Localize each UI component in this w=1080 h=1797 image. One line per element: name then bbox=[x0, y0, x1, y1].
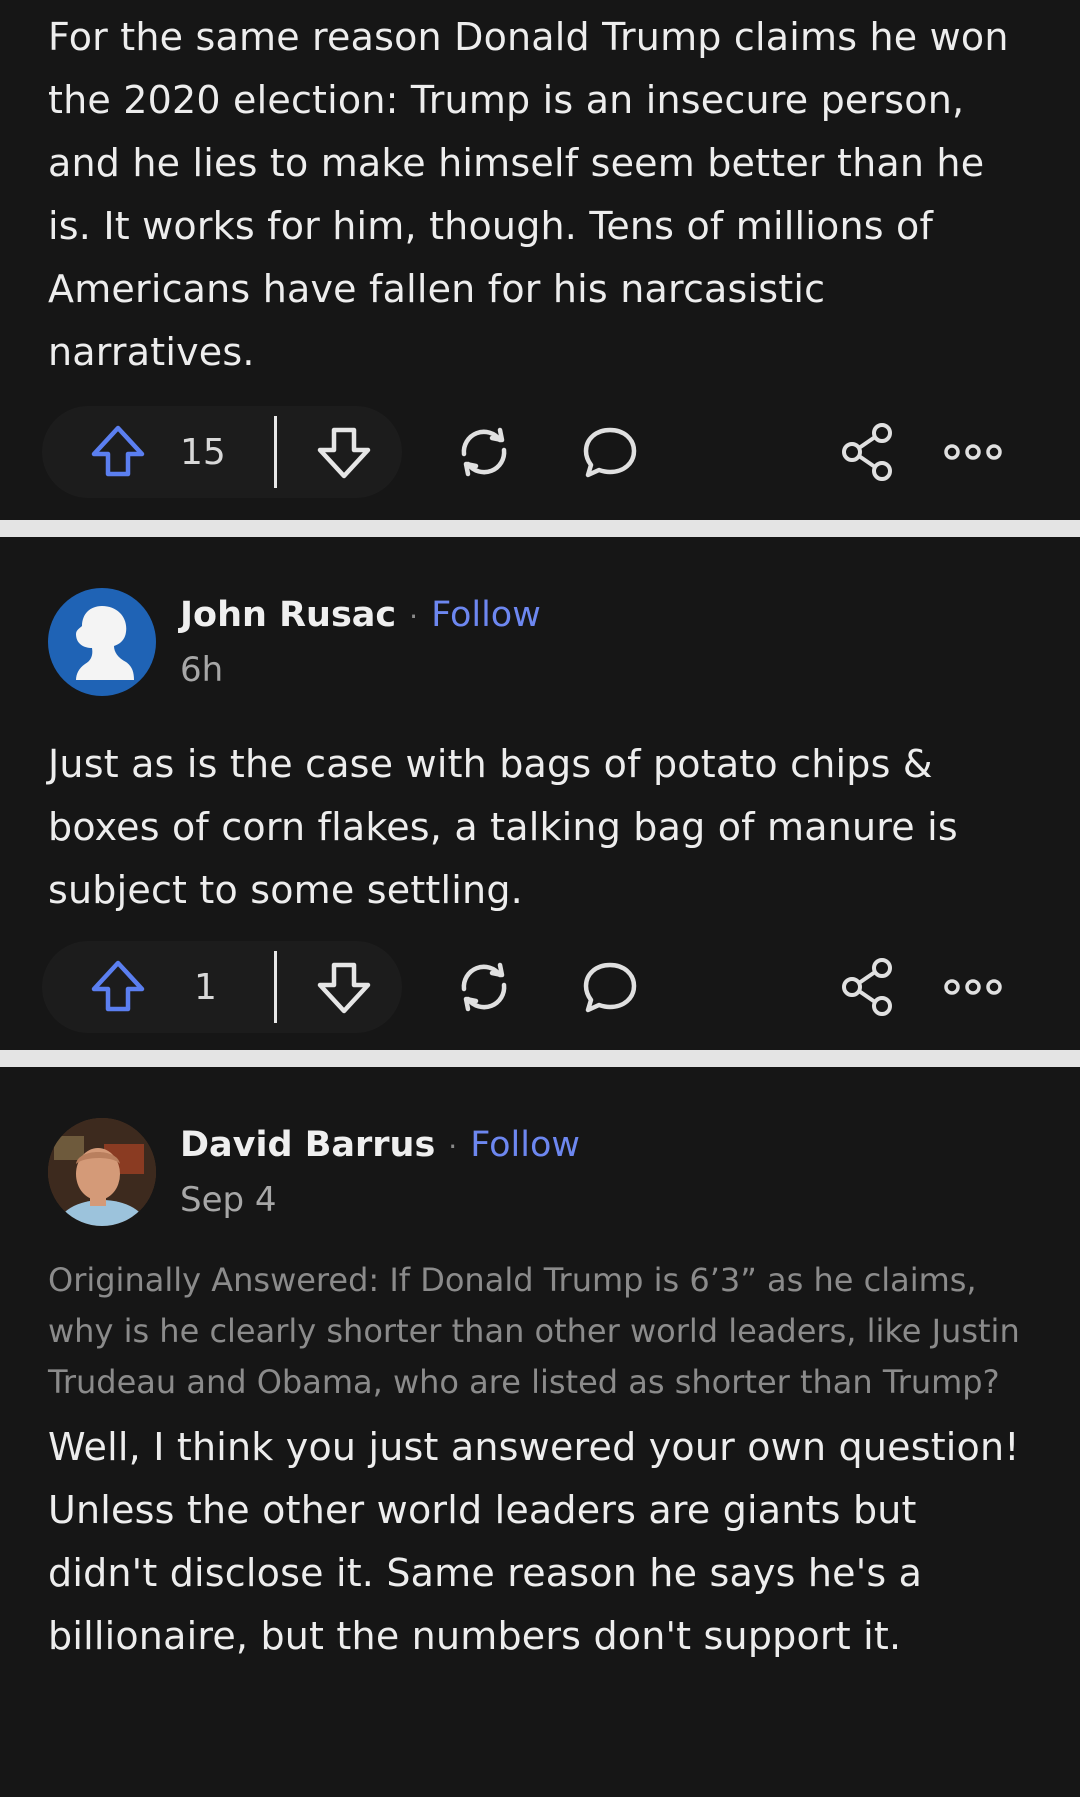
profile-photo bbox=[48, 1118, 156, 1226]
downvote-button[interactable] bbox=[314, 400, 374, 504]
more-options-button[interactable] bbox=[942, 400, 1004, 504]
upvote-count: 15 bbox=[180, 400, 226, 504]
answer-card: For the same reason Donald Trump claims … bbox=[0, 0, 1080, 520]
reshare-button[interactable] bbox=[452, 400, 516, 504]
upvote-button[interactable] bbox=[88, 400, 148, 504]
comment-icon bbox=[580, 957, 640, 1017]
post-timestamp: 6h bbox=[180, 650, 224, 690]
upvote-icon bbox=[88, 422, 148, 482]
share-reshare-icon bbox=[452, 955, 516, 1019]
separator-dot: · bbox=[448, 1130, 458, 1163]
feed-divider bbox=[0, 520, 1080, 537]
author-info: John Rusac · Follow 6h bbox=[180, 591, 541, 693]
action-bar: 15 bbox=[42, 400, 1032, 504]
default-avatar-icon bbox=[48, 606, 156, 696]
avatar[interactable] bbox=[48, 588, 156, 696]
share-reshare-icon bbox=[452, 420, 516, 484]
separator-dot: · bbox=[409, 600, 419, 633]
action-bar: 1 bbox=[42, 935, 1032, 1039]
author-line: David Barrus · Follow bbox=[180, 1121, 580, 1171]
upvote-count-label: 1 bbox=[194, 966, 217, 1008]
more-options-icon bbox=[942, 437, 1004, 467]
answer-text: For the same reason Donald Trump claims … bbox=[48, 15, 1009, 374]
originally-answered-question[interactable]: Originally Answered: If Donald Trump is … bbox=[48, 1255, 1032, 1408]
author-header: David Barrus · Follow Sep 4 bbox=[48, 1115, 1032, 1229]
upvote-count: 1 bbox=[194, 935, 217, 1039]
upvote-count-label: 15 bbox=[180, 431, 226, 473]
share-button[interactable] bbox=[838, 400, 900, 504]
answer-card: David Barrus · Follow Sep 4 Originally A… bbox=[0, 1067, 1080, 1797]
follow-button[interactable]: Follow bbox=[431, 591, 541, 639]
downvote-icon bbox=[314, 422, 374, 482]
author-name[interactable]: John Rusac bbox=[180, 591, 396, 639]
upvote-icon bbox=[88, 957, 148, 1017]
author-name[interactable]: David Barrus bbox=[180, 1121, 435, 1169]
share-button[interactable] bbox=[838, 935, 900, 1039]
avatar[interactable] bbox=[48, 1118, 156, 1226]
author-info: David Barrus · Follow Sep 4 bbox=[180, 1121, 580, 1223]
answer-text: Well, I think you just answered your own… bbox=[48, 1425, 1020, 1658]
more-options-icon bbox=[942, 972, 1004, 1002]
author-line: John Rusac · Follow bbox=[180, 591, 541, 641]
answer-text: Just as is the case with bags of potato … bbox=[48, 742, 958, 912]
author-header: John Rusac · Follow 6h bbox=[48, 585, 1032, 699]
vote-separator bbox=[274, 416, 277, 488]
follow-button[interactable]: Follow bbox=[470, 1121, 580, 1169]
comment-button[interactable] bbox=[580, 935, 640, 1039]
vote-separator bbox=[274, 951, 277, 1023]
post-timestamp: Sep 4 bbox=[180, 1180, 277, 1220]
share-icon bbox=[838, 956, 900, 1018]
downvote-button[interactable] bbox=[314, 935, 374, 1039]
share-icon bbox=[838, 421, 900, 483]
upvote-button[interactable] bbox=[88, 935, 148, 1039]
comment-button[interactable] bbox=[580, 400, 640, 504]
reshare-button[interactable] bbox=[452, 935, 516, 1039]
feed-divider bbox=[0, 1050, 1080, 1067]
downvote-icon bbox=[314, 957, 374, 1017]
answer-card: John Rusac · Follow 6h Just as is the ca… bbox=[0, 537, 1080, 1050]
comment-icon bbox=[580, 422, 640, 482]
more-options-button[interactable] bbox=[942, 935, 1004, 1039]
